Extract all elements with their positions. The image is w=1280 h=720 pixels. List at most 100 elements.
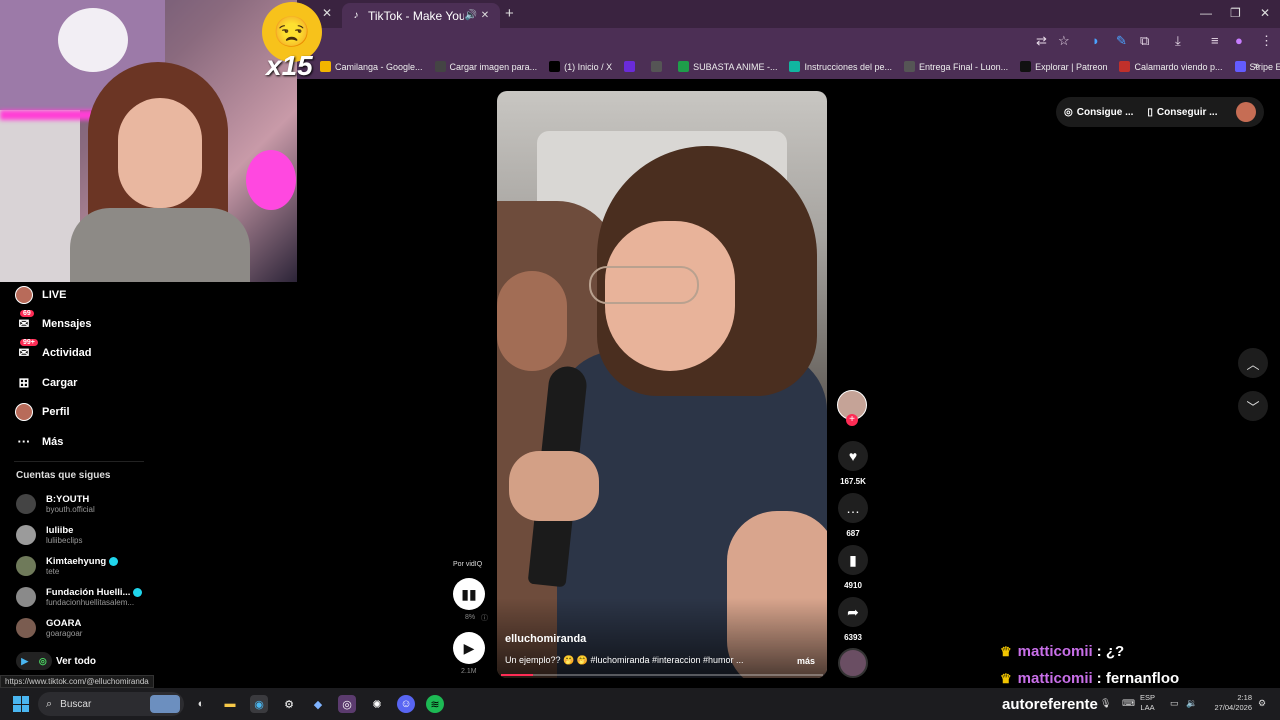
chat-username: matticomii bbox=[1017, 670, 1093, 687]
user-avatar[interactable] bbox=[1236, 102, 1256, 122]
volume-icon[interactable]: 🔉 bbox=[1186, 698, 1197, 709]
avatar bbox=[16, 618, 36, 638]
get-app-button[interactable]: ▯ Conseguir ... bbox=[1147, 107, 1217, 118]
sidebar-item-0[interactable]: LIVE bbox=[14, 280, 154, 309]
network-icon[interactable]: ▭ bbox=[1170, 698, 1179, 709]
bookmark-item[interactable] bbox=[651, 61, 666, 72]
toggle-icon[interactable]: ▶ ◎ bbox=[16, 652, 52, 670]
restore-icon[interactable]: ❐ bbox=[1230, 6, 1241, 20]
following-title: Cuentas que sigues bbox=[16, 470, 111, 481]
spotify-icon[interactable]: ≋ bbox=[426, 695, 444, 713]
video-progress-bar[interactable] bbox=[501, 674, 823, 676]
see-all-button[interactable]: ▶ ◎ Ver todo bbox=[16, 652, 96, 670]
bookmark-item[interactable]: Calamardo viendo p... bbox=[1119, 61, 1223, 72]
extension-icon[interactable]: ✎ bbox=[1116, 33, 1127, 49]
following-item[interactable]: Kimtaehyung tete bbox=[16, 556, 156, 576]
clock[interactable]: 2:18 27/04/2026 bbox=[1206, 693, 1252, 713]
bookmark-item[interactable] bbox=[624, 61, 639, 72]
bookmark-item[interactable]: Cargar imagen para... bbox=[434, 61, 537, 72]
avatar bbox=[16, 556, 36, 576]
close-tab-icon[interactable]: ✕ bbox=[478, 10, 492, 21]
translate-icon[interactable]: ⇄ bbox=[1036, 33, 1047, 49]
crown-icon: ♛ bbox=[1000, 670, 1012, 686]
notification-icon[interactable]: ⚙ bbox=[1258, 698, 1266, 709]
sidebar-item-label: Más bbox=[42, 435, 64, 448]
settings-icon[interactable]: ⚙ bbox=[280, 695, 298, 713]
active-tab[interactable]: ♪ TikTok - Make Your Day 🔊 ✕ bbox=[342, 3, 500, 28]
following-name: Fundación Huelli... bbox=[46, 587, 131, 598]
minimize-icon[interactable]: — bbox=[1200, 6, 1212, 20]
bookmark-item[interactable]: (1) Inicio / X bbox=[549, 61, 612, 72]
comment-count: 687 bbox=[846, 529, 860, 538]
chevron-right-icon[interactable]: » bbox=[1254, 60, 1260, 72]
stats-chart-icon[interactable]: ▮▮ bbox=[453, 578, 485, 610]
new-tab-button[interactable]: + bbox=[505, 5, 514, 22]
bookmark-item[interactable]: Instrucciones del pe... bbox=[789, 61, 892, 72]
following-name-row: Kimtaehyung bbox=[46, 556, 119, 567]
follow-plus-icon[interactable]: + bbox=[846, 414, 858, 426]
taskbar-search[interactable]: ⌕ Buscar bbox=[38, 692, 184, 716]
sidebar-item-3[interactable]: ⊞ Cargar bbox=[14, 368, 154, 397]
vidiq-percent: 8% bbox=[465, 614, 476, 621]
bookmark-item[interactable]: SUBASTA ANIME -... bbox=[678, 61, 777, 72]
file-explorer-icon[interactable]: ▬ bbox=[221, 695, 239, 713]
close-window-icon[interactable]: ✕ bbox=[1260, 6, 1270, 20]
avatar bbox=[16, 494, 36, 514]
speaker-icon[interactable]: 🔊 bbox=[464, 10, 478, 21]
sidebar-item-label: LIVE bbox=[42, 288, 67, 301]
profile-icon[interactable]: ● bbox=[1235, 33, 1243, 48]
sidebar-item-1[interactable]: ✉ 69 Mensajes bbox=[14, 309, 154, 338]
vidiq-label: Por vidIQ bbox=[453, 561, 483, 568]
share-icon[interactable]: ➦ bbox=[838, 597, 868, 627]
video-player[interactable]: elluchomiranda Un ejemplo?? 🤭 🤭 #luchomi… bbox=[497, 91, 827, 678]
bookmark-item[interactable]: Entrega Final - Luon... bbox=[904, 61, 1008, 72]
gear-icon[interactable]: ✺ bbox=[368, 695, 386, 713]
discord-icon[interactable]: ☺ bbox=[397, 695, 415, 713]
play-icon[interactable]: ▶ bbox=[453, 632, 485, 664]
following-text: Fundación Huelli... fundacionhuellitasale… bbox=[46, 587, 143, 607]
following-item[interactable]: B:YOUTH byouth.official bbox=[16, 494, 156, 514]
task-view-icon[interactable]: ◐ bbox=[192, 695, 210, 713]
menu-icon[interactable]: ⋮ bbox=[1260, 33, 1273, 49]
puzzle-icon[interactable]: ⧉ bbox=[1140, 33, 1149, 49]
bookmark-item[interactable]: Explorar | Patreon bbox=[1020, 61, 1107, 72]
video-caption: Un ejemplo?? 🤭 🤭 #luchomiranda #interacc… bbox=[505, 655, 744, 665]
extension-icon[interactable]: ◗ bbox=[1092, 33, 1100, 48]
info-icon[interactable]: ⓘ bbox=[481, 613, 488, 623]
video-progress-fill bbox=[501, 674, 534, 676]
following-item[interactable]: luliibe luliibeclips bbox=[16, 525, 156, 545]
following-item[interactable]: GOARA goaragoar bbox=[16, 618, 156, 638]
music-disc-icon[interactable] bbox=[838, 648, 868, 678]
chevron-down-icon[interactable]: ﹀ bbox=[1238, 391, 1268, 421]
heart-icon[interactable]: ♥ bbox=[838, 441, 868, 471]
following-text: GOARA goaragoar bbox=[46, 618, 82, 638]
following-name-row: B:YOUTH bbox=[46, 494, 95, 505]
chevron-up-icon[interactable]: ︿ bbox=[1238, 348, 1268, 378]
steam-icon[interactable]: ◆ bbox=[309, 695, 327, 713]
inbox-icon: ✉ 69 bbox=[14, 310, 34, 334]
close-tab-icon[interactable]: ✕ bbox=[322, 6, 332, 20]
panda-decor bbox=[58, 8, 128, 72]
comment-icon[interactable]: … bbox=[838, 493, 868, 523]
language-indicator[interactable]: ESP LAA bbox=[1140, 693, 1155, 713]
sidebar-item-4[interactable]: Perfil bbox=[14, 398, 154, 427]
bookmark-item[interactable]: Camilanga - Google... bbox=[320, 61, 423, 72]
keyboard-icon[interactable]: ⌨ bbox=[1122, 698, 1135, 709]
mic-icon[interactable]: 🎙 bbox=[1100, 698, 1111, 709]
caption-more-link[interactable]: más bbox=[797, 656, 815, 666]
status-url: https://www.tiktok.com/@elluchomiranda bbox=[0, 675, 154, 688]
star-icon[interactable]: ☆ bbox=[1058, 33, 1070, 49]
obs-icon[interactable]: ◎ bbox=[338, 695, 356, 713]
chat-text: : ¿? bbox=[1096, 643, 1125, 660]
download-icon[interactable]: ⤓ bbox=[1175, 33, 1181, 49]
following-item[interactable]: Fundación Huelli... fundacionhuellitasale… bbox=[16, 587, 156, 607]
sidebar-item-5[interactable]: ··· Más bbox=[14, 427, 154, 456]
windows-start-icon[interactable] bbox=[13, 696, 29, 712]
browser-icon[interactable]: ◉ bbox=[250, 695, 268, 713]
media-icon[interactable]: ≡ bbox=[1211, 33, 1219, 48]
video-username[interactable]: elluchomiranda bbox=[505, 633, 586, 645]
sidebar-item-2[interactable]: ✉ 99+ Actividad bbox=[14, 339, 154, 368]
get-coins-button[interactable]: ◎ Consigue ... bbox=[1064, 107, 1133, 118]
bookmark-icon[interactable]: ▮ bbox=[838, 545, 868, 575]
tab-title: TikTok - Make Your Day bbox=[368, 8, 464, 23]
